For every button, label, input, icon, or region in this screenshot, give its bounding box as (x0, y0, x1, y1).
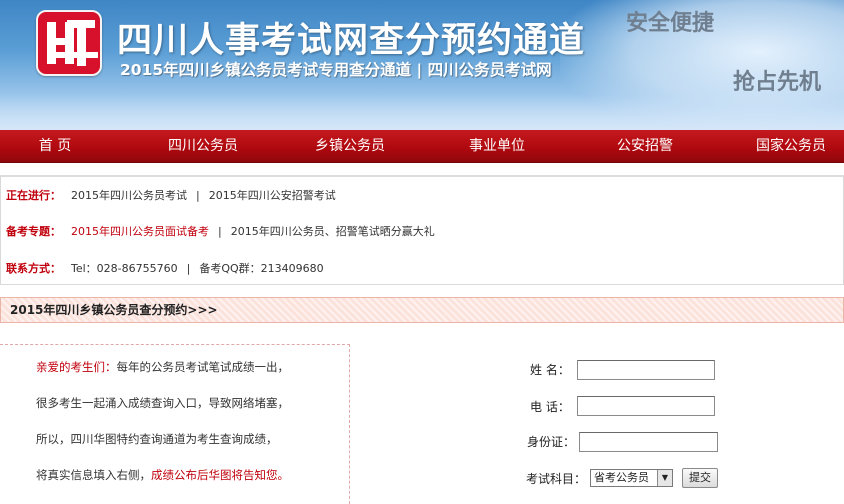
nav-item-public-institution[interactable]: 事业单位 (442, 130, 552, 163)
contact-tel: Tel：028-86755760 (71, 262, 178, 275)
prep-label: 备考专题： (6, 225, 61, 238)
notice-line-2: 很多考生一起涌入成绩查询入口，导致网络堵塞， (36, 396, 289, 410)
nav-item-sichuan-civil-servant[interactable]: 四川公务员 (148, 130, 258, 163)
site-title: 四川人事考试网查分预约通道 (117, 21, 586, 61)
separator: | (186, 262, 191, 275)
notice-greeting: 亲爱的考生们： (36, 360, 117, 374)
prep-link-2[interactable]: 2015年四川公务员、招警笔试晒分赢大礼 (231, 225, 435, 238)
ongoing-link-2[interactable]: 2015年四川公安招警考试 (209, 189, 336, 202)
name-label: 姓 名： (530, 363, 570, 377)
banner-haze-bottom (0, 95, 844, 130)
main-nav: 首 页 四川公务员 乡镇公务员 事业单位 公安招警 国家公务员 (0, 130, 844, 163)
header-banner: 四川人事考试网查分预约通道 2015年四川乡镇公务员考试专用查分通道 | 四川公… (0, 0, 844, 130)
nav-item-home[interactable]: 首 页 (0, 130, 110, 163)
submit-button[interactable]: 提交 (682, 468, 718, 488)
info-box: 正在进行： 2015年四川公务员考试 | 2015年四川公安招警考试 备考专题： 201… (0, 175, 844, 285)
subject-label: 考试科目： (526, 472, 587, 486)
contact-label: 联系方式： (6, 262, 61, 275)
section-title-bar: 2015年四川乡镇公务员查分预约>>> (0, 297, 844, 323)
notice-text-4b: 成绩公布后华图将告知您。 (151, 468, 289, 482)
subject-selected: 省考公务员 (594, 471, 649, 484)
section-title: 2015年四川乡镇公务员查分预约>>> (10, 303, 218, 317)
notice-line-4: 将真实信息填入右侧，成绩公布后华图将告知您。 (36, 467, 289, 483)
nav-item-township-civil-servant[interactable]: 乡镇公务员 (295, 130, 405, 163)
name-input[interactable] (577, 360, 715, 380)
nav-item-national-civil-servant[interactable]: 国家公务员 (736, 130, 844, 163)
ongoing-label: 正在进行： (6, 189, 61, 202)
ht-logo-icon[interactable] (36, 10, 102, 76)
phone-input[interactable] (577, 396, 715, 416)
separator: | (196, 189, 200, 202)
notice-line-1: 亲爱的考生们：每年的公务员考试笔试成绩一出， (36, 359, 289, 375)
info-row-contact: 联系方式： Tel：028-86755760 | 备考QQ群：213409680 (6, 259, 324, 279)
contact-qq: 备考QQ群：213409680 (199, 262, 324, 275)
slogan-safe: 安全便捷 (626, 11, 715, 36)
id-label: 身份证： (527, 435, 576, 449)
ongoing-link-1[interactable]: 2015年四川公务员考试 (71, 189, 187, 202)
notice-text-1: 每年的公务员考试笔试成绩一出， (116, 360, 290, 374)
subject-select[interactable]: 省考公务员 ▼ (590, 469, 673, 487)
info-row-prep: 备考专题： 2015年四川公务员面试备考 | 2015年四川公务员、招警笔试晒分赢大礼 (6, 222, 435, 242)
info-row-ongoing: 正在进行： 2015年四川公务员考试 | 2015年四川公安招警考试 (6, 186, 336, 206)
content-area: 亲爱的考生们：每年的公务员考试笔试成绩一出， 很多考生一起涌入成绩查询入口，导致… (0, 336, 844, 504)
id-input[interactable] (579, 432, 718, 452)
nav-item-police-recruitment[interactable]: 公安招警 (590, 130, 700, 163)
chevron-down-icon[interactable]: ▼ (657, 470, 672, 486)
phone-label: 电 话： (530, 400, 570, 414)
notice-panel: 亲爱的考生们：每年的公务员考试笔试成绩一出， 很多考生一起涌入成绩查询入口，导致… (0, 344, 350, 504)
slogan-seize: 抢占先机 (733, 70, 822, 95)
separator: | (218, 225, 222, 238)
prep-link-1[interactable]: 2015年四川公务员面试备考 (71, 225, 209, 238)
notice-text-4a: 将真实信息填入右侧， (36, 468, 151, 482)
site-subtitle: 2015年四川乡镇公务员考试专用查分通道 | 四川公务员考试网 (120, 61, 552, 79)
notice-line-3: 所以，四川华图特约查询通道为考生查询成绩， (36, 432, 278, 446)
